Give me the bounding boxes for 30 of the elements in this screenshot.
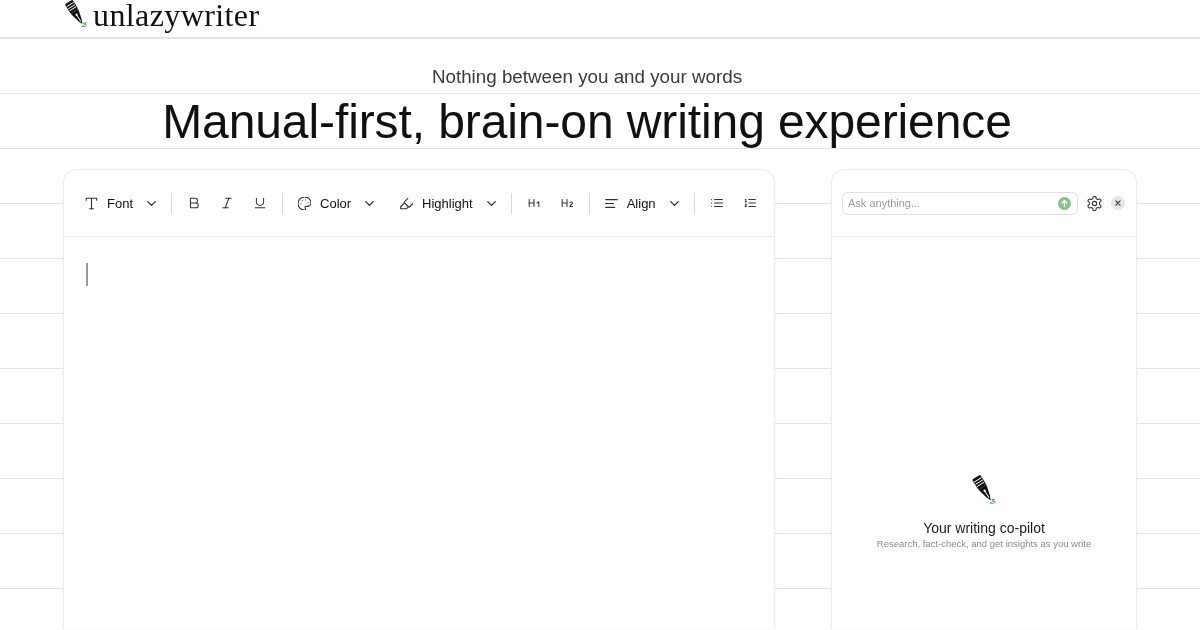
settings-icon [1087, 195, 1102, 211]
font-dropdown[interactable]: Font [77, 188, 164, 218]
chevron-down-icon [147, 200, 156, 206]
close-icon [1111, 196, 1125, 210]
headline: Manual-first, brain-on writing experience [161, 94, 1013, 150]
empty-state-text: Research, fact-check, and get insights as you write [876, 538, 1092, 550]
text-cursor [86, 263, 88, 286]
align-dropdown[interactable]: Align [596, 188, 687, 218]
bold-icon [188, 197, 200, 209]
highlighter-icon [400, 196, 414, 210]
chevron-down-icon [486, 200, 496, 206]
palette-icon [298, 196, 311, 210]
empty-state-title: Your writing co-pilot [923, 520, 1045, 537]
heading-1-icon [527, 197, 540, 209]
bullet-list-icon [710, 197, 723, 209]
numbered-list-icon [743, 197, 756, 209]
chevron-down-icon [669, 200, 679, 206]
highlight-dropdown[interactable]: Highlight [392, 188, 504, 218]
italic-icon [221, 197, 233, 209]
align-left-icon [604, 196, 618, 210]
arrow-up-icon [1058, 196, 1071, 210]
ask-field[interactable]: Ask anything... [842, 191, 1078, 215]
close-button[interactable] [1111, 196, 1125, 210]
tagline: Nothing between you and your words [430, 66, 744, 87]
settings-button[interactable] [1087, 195, 1102, 211]
underline-icon [254, 197, 266, 209]
text-icon [85, 196, 98, 210]
heading-2-icon [560, 197, 573, 209]
color-dropdown[interactable]: Color [290, 188, 383, 218]
chevron-down-icon [365, 200, 375, 206]
